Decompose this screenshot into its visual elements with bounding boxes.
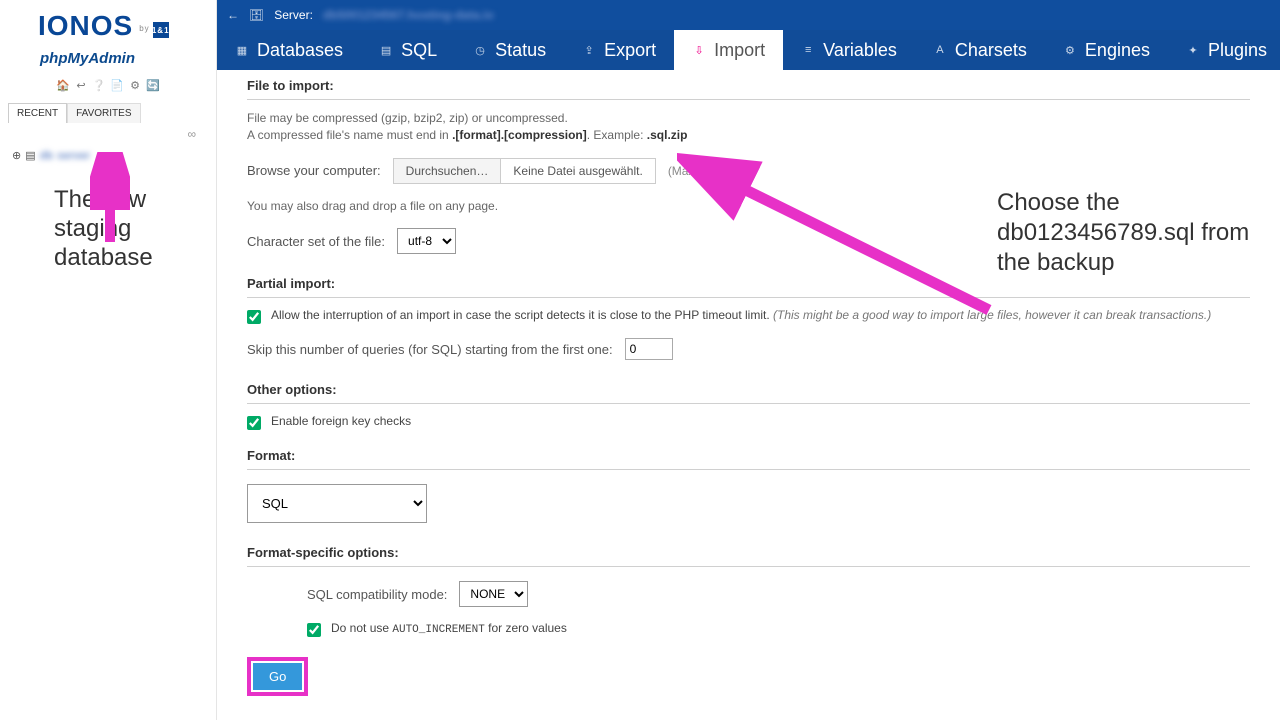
sql-icon: ▤	[379, 43, 393, 57]
fk-label: Enable foreign key checks	[271, 414, 411, 428]
tab-import-label: Import	[714, 40, 765, 61]
help2b: .[format].[compression]	[452, 128, 587, 142]
help2a: A compressed file's name must end in	[247, 128, 452, 142]
max-size: (Max: 1,000MiB)	[668, 164, 756, 178]
section-fso-title: Format-specific options:	[247, 537, 1250, 567]
tab-databases[interactable]: ▦ Databases	[217, 30, 361, 70]
tab-status[interactable]: ◷ Status	[455, 30, 564, 70]
db-icon: ▤	[25, 149, 35, 162]
interrupt-note: (This might be a good way to import larg…	[773, 308, 1211, 322]
logout-icon[interactable]: ↩	[74, 79, 88, 93]
link-symbol[interactable]: ∞	[0, 127, 216, 141]
charset-select[interactable]: utf-8	[397, 228, 456, 254]
server-icon: 🗄	[249, 8, 264, 22]
tab-recent[interactable]: RECENT	[8, 103, 67, 123]
status-icon: ◷	[473, 43, 487, 57]
skip-input[interactable]	[625, 338, 673, 360]
browse-button[interactable]: Durchsuchen…	[394, 159, 502, 183]
autoinc-label: Do not use AUTO_INCREMENT for zero value…	[331, 621, 567, 636]
tab-variables-label: Variables	[823, 40, 897, 61]
logo-text: IONOS	[38, 10, 133, 42]
autoinc-a: Do not use	[331, 621, 392, 635]
section-other-title: Other options:	[247, 374, 1250, 404]
file-name: Keine Datei ausgewählt.	[501, 159, 654, 183]
tab-charsets[interactable]: A Charsets	[915, 30, 1045, 70]
tab-export[interactable]: ⇪ Export	[564, 30, 674, 70]
section-file-title: File to import:	[247, 70, 1250, 100]
tab-export-label: Export	[604, 40, 656, 61]
charset-label: Character set of the file:	[247, 234, 385, 249]
browse-label: Browse your computer:	[247, 163, 381, 178]
home-icon[interactable]: 🏠	[56, 79, 70, 93]
settings-icon[interactable]: ⚙	[128, 79, 142, 93]
tab-sql[interactable]: ▤ SQL	[361, 30, 455, 70]
tab-status-label: Status	[495, 40, 546, 61]
section-format-title: Format:	[247, 440, 1250, 470]
logo-by: by	[139, 24, 149, 33]
go-button[interactable]: Go	[253, 663, 302, 690]
help-compressed: File may be compressed (gzip, bzip2, zip…	[247, 110, 1250, 127]
nav-tabs: ▦Databases ▤SQL ◷Status ⇪Export ⇩Import …	[217, 30, 1280, 70]
sidebar: IONOS by 1&1 phpMyAdmin 🏠 ↩ ❔ 📄 ⚙ 🔄 RECE…	[0, 0, 217, 720]
compat-label: SQL compatibility mode:	[307, 587, 447, 602]
sidebar-tabs: RECENT FAVORITES	[8, 103, 208, 123]
db-name-blurred2: server	[57, 150, 90, 162]
annotation-arrow-1	[90, 152, 130, 248]
expand-icon[interactable]: ⊕	[12, 149, 21, 162]
export-icon: ⇪	[582, 43, 596, 57]
charsets-icon: A	[933, 43, 947, 57]
sidebar-toolbar: 🏠 ↩ ❔ 📄 ⚙ 🔄	[0, 79, 216, 93]
tab-databases-label: Databases	[257, 40, 343, 61]
tab-plugins[interactable]: ✦ Plugins	[1168, 30, 1280, 70]
tab-sql-label: SQL	[401, 40, 437, 61]
tab-engines-label: Engines	[1085, 40, 1150, 61]
docs-icon[interactable]: 📄	[110, 79, 124, 93]
plugins-icon: ✦	[1186, 43, 1200, 57]
logo: IONOS by 1&1	[0, 10, 216, 52]
interrupt-label-text: Allow the interruption of an import in c…	[271, 308, 773, 322]
help-icon[interactable]: ❔	[92, 79, 106, 93]
fk-checkbox[interactable]	[247, 416, 261, 430]
tab-favorites[interactable]: FAVORITES	[67, 103, 140, 123]
tab-variables[interactable]: ≡ Variables	[783, 30, 915, 70]
tab-import[interactable]: ⇩ Import	[674, 30, 783, 70]
help2d: .sql.zip	[647, 128, 688, 142]
back-icon[interactable]: ←	[227, 8, 239, 22]
interrupt-checkbox[interactable]	[247, 310, 261, 324]
phpmyadmin-label: phpMyAdmin	[0, 50, 216, 67]
autoinc-b: for zero values	[485, 621, 567, 635]
autoinc-code: AUTO_INCREMENT	[392, 624, 484, 636]
compat-select[interactable]: NONE	[459, 581, 528, 607]
tab-plugins-label: Plugins	[1208, 40, 1267, 61]
variables-icon: ≡	[801, 43, 815, 57]
engines-icon: ⚙	[1063, 43, 1077, 57]
databases-icon: ▦	[235, 43, 249, 57]
tab-engines[interactable]: ⚙ Engines	[1045, 30, 1168, 70]
import-icon: ⇩	[692, 43, 706, 57]
server-label: Server:	[274, 8, 313, 22]
file-input[interactable]: Durchsuchen… Keine Datei ausgewählt.	[393, 158, 656, 184]
logo-badge: 1&1	[153, 22, 169, 38]
help-name: A compressed file's name must end in .[f…	[247, 127, 1250, 144]
autoinc-checkbox[interactable]	[307, 623, 321, 637]
server-bar: ← 🗄 Server: db5001234567.hosting-data.io	[217, 0, 1280, 30]
go-highlight: Go	[247, 657, 308, 696]
help2c: . Example:	[587, 128, 647, 142]
reload-icon[interactable]: 🔄	[146, 79, 160, 93]
interrupt-label: Allow the interruption of an import in c…	[271, 308, 1211, 322]
server-value: db5001234567.hosting-data.io	[323, 8, 494, 22]
db-name-blurred: db	[40, 150, 53, 162]
content: Choose the db0123456789.sql from the bac…	[217, 70, 1280, 720]
main: ← 🗄 Server: db5001234567.hosting-data.io…	[217, 0, 1280, 720]
tab-charsets-label: Charsets	[955, 40, 1027, 61]
format-select[interactable]: SQL	[247, 484, 427, 523]
annotation-2: Choose the db0123456789.sql from the bac…	[997, 188, 1280, 278]
skip-label: Skip this number of queries (for SQL) st…	[247, 342, 613, 357]
